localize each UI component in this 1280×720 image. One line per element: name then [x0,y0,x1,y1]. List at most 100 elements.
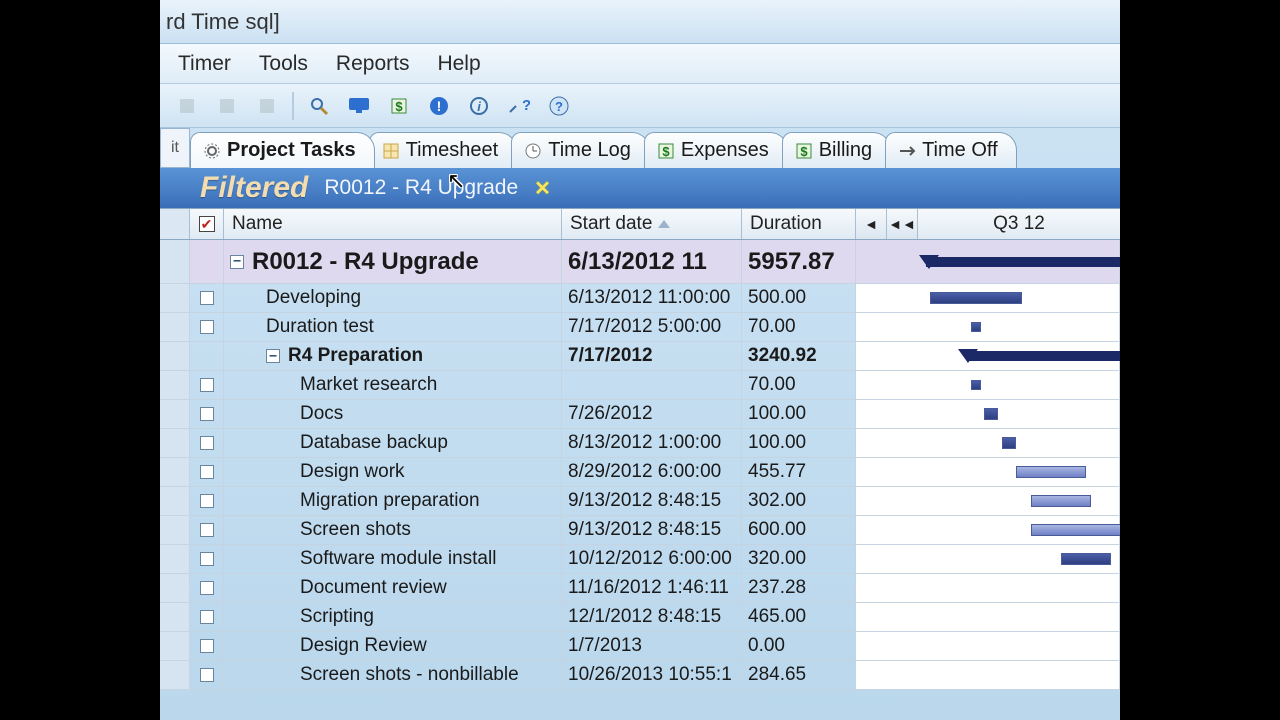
collapse-icon[interactable]: − [266,349,280,363]
table-row[interactable]: −R4 Preparation7/17/20123240.92 [160,342,1120,371]
info-circle-icon[interactable]: ! [424,91,454,121]
summary-bar[interactable] [968,351,1120,361]
gantt-bar[interactable] [930,292,1022,304]
checkbox-icon[interactable] [200,465,214,479]
header-duration[interactable]: Duration [742,209,856,239]
row-checkbox-cell[interactable] [190,516,224,544]
filter-clear-icon[interactable]: ✕ [534,176,551,201]
checkbox-icon[interactable] [200,494,214,508]
gantt-bar[interactable] [1061,553,1111,565]
tab-expenses[interactable]: $Expenses [644,132,788,168]
checkbox-icon[interactable] [200,378,214,392]
table-row[interactable]: Database backup8/13/2012 1:00:00100.00 [160,429,1120,458]
menu-reports[interactable]: Reports [336,52,410,76]
row-checkbox-cell[interactable] [190,632,224,660]
row-checkbox-cell[interactable] [190,342,224,370]
toolbar-btn-2[interactable] [212,91,242,121]
row-checkbox-cell[interactable] [190,313,224,341]
table-row[interactable]: Developing6/13/2012 11:00:00500.00 [160,284,1120,313]
row-gantt-cell [856,284,1120,312]
help-icon[interactable]: ? [544,91,574,121]
table-row[interactable]: Duration test7/17/2012 5:00:0070.00 [160,313,1120,342]
whats-this-icon[interactable]: ? [504,91,534,121]
table-row[interactable]: Screen shots9/13/2012 8:48:15600.00 [160,516,1120,545]
row-checkbox-cell[interactable] [190,661,224,689]
timeline-fast-prev-icon[interactable]: ◄◄ [887,209,917,239]
table-row[interactable]: Scripting12/1/2012 8:48:15465.00 [160,603,1120,632]
row-gantt-cell [856,400,1120,428]
gantt-bar[interactable] [971,380,981,390]
toolbar-btn-3[interactable] [252,91,282,121]
row-checkbox-cell[interactable] [190,400,224,428]
table-row[interactable]: Migration preparation9/13/2012 8:48:1530… [160,487,1120,516]
gantt-bar[interactable] [1002,437,1016,449]
gantt-bar[interactable] [971,322,981,332]
checkbox-icon[interactable] [200,436,214,450]
row-gantt-cell [856,545,1120,573]
checkbox-icon[interactable] [200,639,214,653]
monitor-icon[interactable] [344,91,374,121]
tab-project-tasks[interactable]: Project Tasks [190,132,375,168]
gantt-bar[interactable] [1016,466,1086,478]
checkbox-icon[interactable] [200,291,214,305]
gantt-bar[interactable] [1031,495,1091,507]
gantt-bar[interactable] [984,408,998,420]
row-duration-cell: 70.00 [742,371,856,399]
row-checkbox-cell[interactable] [190,284,224,312]
tab-time-log[interactable]: Time Log [511,132,650,168]
row-checkbox-cell[interactable] [190,487,224,515]
table-row[interactable]: −R0012 - R4 Upgrade6/13/2012 115957.87 [160,240,1120,284]
row-gantt-cell [856,487,1120,515]
row-checkbox-cell[interactable] [190,371,224,399]
table-row[interactable]: Design work8/29/2012 6:00:00455.77 [160,458,1120,487]
table-row[interactable]: Design Review1/7/20130.00 [160,632,1120,661]
table-row[interactable]: Screen shots - nonbillable10/26/2013 10:… [160,661,1120,690]
row-gantt-cell [856,429,1120,457]
table-row[interactable]: Software module install10/12/2012 6:00:0… [160,545,1120,574]
checkbox-icon[interactable] [200,668,214,682]
header-check-column[interactable]: ✔ [190,209,224,239]
row-checkbox-cell[interactable] [190,603,224,631]
gantt-bar[interactable] [1031,524,1120,536]
collapse-icon[interactable]: − [230,255,244,269]
row-checkbox-cell[interactable] [190,574,224,602]
checkbox-icon[interactable] [200,320,214,334]
row-checkbox-cell[interactable] [190,429,224,457]
row-duration-cell: 100.00 [742,429,856,457]
checkbox-icon[interactable] [200,523,214,537]
magnifier-icon[interactable] [304,91,334,121]
task-name: Document review [300,577,447,599]
table-row[interactable]: Market research70.00 [160,371,1120,400]
clock-icon [524,142,542,160]
header-start[interactable]: Start date [562,209,742,239]
checkbox-icon[interactable] [200,581,214,595]
row-checkbox-cell[interactable] [190,458,224,486]
row-duration-cell: 600.00 [742,516,856,544]
dollar-icon[interactable]: $ [384,91,414,121]
row-gantt-cell [856,240,1120,283]
tab-label: Time Log [548,139,631,162]
checkbox-icon[interactable] [200,552,214,566]
table-row[interactable]: Document review11/16/2012 1:46:11237.28 [160,574,1120,603]
menu-tools[interactable]: Tools [259,52,308,76]
menu-timer[interactable]: Timer [178,52,231,76]
about-icon[interactable]: i [464,91,494,121]
tab-timesheet[interactable]: Timesheet [369,132,518,168]
tab-time-off[interactable]: Time Off [885,132,1017,168]
table-row[interactable]: Docs7/26/2012100.00 [160,400,1120,429]
tab-billing[interactable]: $Billing [782,132,891,168]
checkbox-icon[interactable] [200,407,214,421]
row-name-cell: −R4 Preparation [224,342,562,370]
header-timeline-period[interactable]: Q3 12 [918,209,1120,239]
toolbar-btn-1[interactable] [172,91,202,121]
menu-help[interactable]: Help [437,52,480,76]
summary-bar[interactable] [926,257,1120,267]
header-name[interactable]: Name [224,209,562,239]
svg-text:$: $ [662,144,670,159]
checkbox-icon[interactable] [200,610,214,624]
row-duration-cell: 3240.92 [742,342,856,370]
row-checkbox-cell[interactable] [190,240,224,283]
row-checkbox-cell[interactable] [190,545,224,573]
row-gantt-cell [856,516,1120,544]
timeline-prev-icon[interactable]: ◄ [856,209,887,239]
